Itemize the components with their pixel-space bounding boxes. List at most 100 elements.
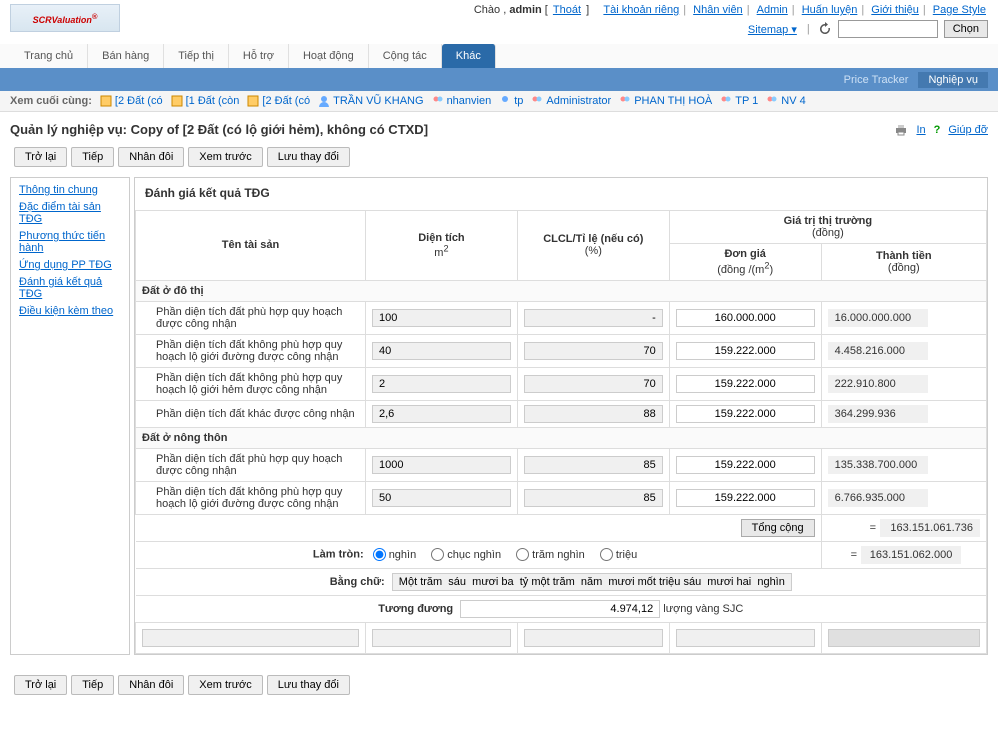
luu-button[interactable]: Lưu thay đổi xyxy=(267,147,350,167)
nav-danhgia[interactable]: Đánh giá kết quả TĐG xyxy=(19,276,121,300)
toplink-3[interactable]: Huấn luyện xyxy=(802,4,858,16)
dongia-0-3[interactable] xyxy=(676,405,815,423)
clcl-0-0[interactable] xyxy=(524,309,663,327)
recent-6[interactable]: Administrator xyxy=(531,95,611,107)
dientich-0-3[interactable] xyxy=(372,405,511,423)
tongcong-button[interactable]: Tổng cộng xyxy=(741,519,815,537)
nav-dieukien[interactable]: Điều kiện kèm theo xyxy=(19,305,121,317)
empty-input-4[interactable] xyxy=(828,629,980,647)
th-giatri: Giá trị thị trường(đồng) xyxy=(669,211,986,244)
dongia-0-0[interactable] xyxy=(676,309,815,327)
refresh-icon[interactable] xyxy=(818,22,832,36)
recent-bar: Xem cuối cùng: [2 Đất (có [1 Đất (còn [2… xyxy=(0,91,998,112)
sitemap-link[interactable]: Sitemap ▾ xyxy=(748,23,797,36)
recent-9[interactable]: NV 4 xyxy=(766,95,805,107)
toplink-0[interactable]: Tài khoản riêng xyxy=(603,4,679,16)
xemtruoc-button[interactable]: Xem trước xyxy=(188,147,262,167)
subtab-pricetracker[interactable]: Price Tracker xyxy=(834,72,919,88)
row-label-0-1: Phần diện tích đất không phù hợp quy hoạ… xyxy=(136,334,366,367)
toolbar-top: Trở lại Tiếp Nhân đôi Xem trước Lưu thay… xyxy=(0,143,998,177)
subtab-nghiepvu[interactable]: Nghiệp vụ xyxy=(918,72,988,88)
clcl-1-0[interactable] xyxy=(524,456,663,474)
nhandoi-button[interactable]: Nhân đôi xyxy=(118,147,184,167)
toplink-2[interactable]: Admin xyxy=(757,4,788,16)
tiep-button-2[interactable]: Tiếp xyxy=(71,675,114,695)
row-label-0-2: Phần diện tích đất không phù hợp quy hoạ… xyxy=(136,367,366,400)
tab-khac[interactable]: Khác xyxy=(442,44,496,68)
recent-1[interactable]: [1 Đất (còn xyxy=(171,95,240,107)
tab-hoatdong[interactable]: Hoạt động xyxy=(289,44,369,68)
main-tabs: Trang chủ Bán hàng Tiếp thị Hỗ trợ Hoạt … xyxy=(0,44,998,69)
th-dientich: Diện tíchm2 xyxy=(366,211,518,281)
nav-ungdung[interactable]: Ứng dụng PP TĐG xyxy=(19,259,121,271)
side-nav: Thông tin chung Đặc điểm tài sản TĐG Phư… xyxy=(10,177,130,655)
th-ten: Tên tài sản xyxy=(136,211,366,281)
recent-0[interactable]: [2 Đất (có xyxy=(100,95,163,107)
chon-button[interactable]: Chọn xyxy=(944,20,988,38)
recent-7[interactable]: PHAN THỊ HOÀ xyxy=(619,95,712,107)
clcl-0-3[interactable] xyxy=(524,405,663,423)
empty-input-3[interactable] xyxy=(676,629,815,647)
thanhtien-1-1: 6.766.935.000 xyxy=(828,489,928,507)
tab-banhang[interactable]: Bán hàng xyxy=(88,44,164,68)
round-nghin[interactable]: nghìn xyxy=(373,549,417,561)
thanhtien-0-2: 222.910.800 xyxy=(828,375,928,393)
clcl-1-1[interactable] xyxy=(524,489,663,507)
empty-input-0[interactable] xyxy=(142,629,359,647)
th-thanhtien: Thành tiền(đồng) xyxy=(821,244,986,281)
tab-tiepthi[interactable]: Tiếp thị xyxy=(164,44,229,68)
nhandoi-button-2[interactable]: Nhân đôi xyxy=(118,675,184,695)
help-link[interactable]: Giúp đỡ xyxy=(948,124,988,136)
empty-input-1[interactable] xyxy=(372,629,511,647)
th-dongia: Đơn giá(đồng /(m2) xyxy=(669,244,821,281)
row-label-0-0: Phần diện tích đất phù hợp quy hoạch đượ… xyxy=(136,301,366,334)
print-link[interactable]: In xyxy=(916,124,925,136)
luu-button-2[interactable]: Lưu thay đổi xyxy=(267,675,350,695)
tab-congtac[interactable]: Cộng tác xyxy=(369,44,442,68)
group-title-0: Đất ở đô thị xyxy=(136,280,987,301)
clcl-0-1[interactable] xyxy=(524,342,663,360)
dientich-1-1[interactable] xyxy=(372,489,511,507)
logout-link[interactable]: Thoát xyxy=(553,4,581,16)
dongia-1-1[interactable] xyxy=(676,489,815,507)
dongia-0-2[interactable] xyxy=(676,375,815,393)
bangchu-input[interactable] xyxy=(392,573,792,591)
round-trieu[interactable]: triệu xyxy=(600,549,637,561)
trolai-button[interactable]: Trở lại xyxy=(14,147,67,167)
tiep-button[interactable]: Tiếp xyxy=(71,147,114,167)
dongia-1-0[interactable] xyxy=(676,456,815,474)
dientich-0-1[interactable] xyxy=(372,342,511,360)
print-icon[interactable] xyxy=(894,124,908,136)
nav-thongtin[interactable]: Thông tin chung xyxy=(19,184,121,196)
toplink-1[interactable]: Nhân viên xyxy=(693,4,743,16)
section-title: Đánh giá kết quả TĐG xyxy=(135,178,987,210)
clcl-0-2[interactable] xyxy=(524,375,663,393)
top-links: Chào , admin [ Thoát ] Tài khoản riêng| … xyxy=(474,4,988,38)
row-label-0-3: Phần diện tích đất khác được công nhận xyxy=(136,400,366,427)
nav-dacdiem[interactable]: Đặc điểm tài sản TĐG xyxy=(19,201,121,225)
total-value-cell: =163.151.061.736 xyxy=(821,514,986,541)
nav-phuongth[interactable]: Phương thức tiến hành xyxy=(19,230,121,254)
recent-3[interactable]: TRẦN VŨ KHANG xyxy=(318,95,423,107)
recent-5[interactable]: tp xyxy=(499,95,523,107)
result-table: Tên tài sản Diện tíchm2 CLCL/Tỉ lệ (nếu … xyxy=(135,210,987,654)
dientich-1-0[interactable] xyxy=(372,456,511,474)
round-tram[interactable]: trăm nghìn xyxy=(516,549,585,561)
top-search-input[interactable] xyxy=(838,20,938,38)
dientich-0-2[interactable] xyxy=(372,375,511,393)
dongia-0-1[interactable] xyxy=(676,342,815,360)
toplink-4[interactable]: Giới thiệu xyxy=(871,4,919,16)
dientich-0-0[interactable] xyxy=(372,309,511,327)
tuongduong-input[interactable] xyxy=(460,600,660,618)
empty-input-2[interactable] xyxy=(524,629,663,647)
recent-8[interactable]: TP 1 xyxy=(720,95,758,107)
round-chuc[interactable]: chục nghìn xyxy=(431,549,501,561)
xemtruoc-button-2[interactable]: Xem trước xyxy=(188,675,262,695)
toolbar-bottom: Trở lại Tiếp Nhân đôi Xem trước Lưu thay… xyxy=(0,655,998,705)
tab-hotro[interactable]: Hỗ trợ xyxy=(229,44,289,68)
recent-2[interactable]: [2 Đất (có xyxy=(247,95,310,107)
trolai-button-2[interactable]: Trở lại xyxy=(14,675,67,695)
tab-trangchu[interactable]: Trang chủ xyxy=(10,44,88,68)
toplink-5[interactable]: Page Style xyxy=(933,4,986,16)
recent-4[interactable]: nhanvien xyxy=(432,95,492,107)
